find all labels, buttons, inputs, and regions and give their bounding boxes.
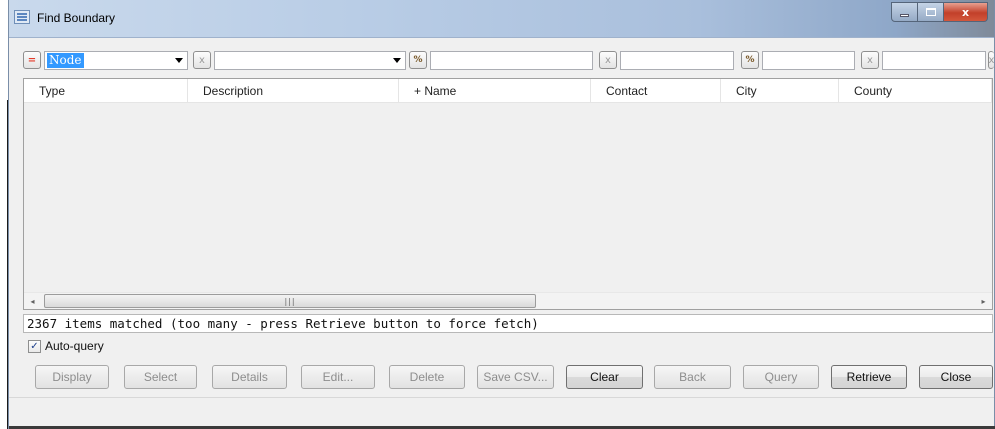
query-button[interactable]: Query [743, 365, 819, 389]
chevron-down-icon[interactable] [393, 58, 401, 63]
back-button[interactable]: Back [654, 365, 731, 389]
name-filter-input[interactable] [430, 51, 593, 70]
scroll-right-icon[interactable]: ▸ [975, 293, 992, 309]
minimize-icon [900, 13, 909, 17]
table-icon [14, 10, 30, 24]
scrollbar-thumb[interactable]: ||| [44, 294, 536, 308]
close-button[interactable]: Close [919, 365, 993, 389]
grid-header: Type Description + Name Contact City Cou… [24, 79, 992, 103]
display-button[interactable]: Display [35, 365, 109, 389]
operator-percent-button[interactable]: % [409, 51, 427, 69]
contact-filter-input[interactable] [620, 51, 734, 70]
details-button[interactable]: Details [212, 365, 287, 389]
close-icon: x [961, 5, 970, 19]
results-grid[interactable]: Type Description + Name Contact City Cou… [23, 78, 993, 310]
operator-x-button[interactable]: x [861, 51, 879, 69]
column-header-county[interactable]: County [839, 79, 992, 103]
operator-equals-button[interactable]: = [23, 51, 41, 69]
window-title: Find Boundary [37, 11, 116, 25]
column-header-type[interactable]: Type [24, 79, 188, 103]
chevron-down-icon[interactable] [175, 58, 183, 63]
county-filter-input[interactable] [882, 51, 986, 70]
type-filter-value: Node [47, 53, 84, 68]
auto-query-checkbox[interactable]: ✓ [28, 339, 41, 353]
auto-query-label[interactable]: Auto-query [45, 339, 104, 353]
delete-button[interactable]: Delete [389, 365, 465, 389]
column-header-city[interactable]: City [721, 79, 839, 103]
retrieve-button[interactable]: Retrieve [831, 365, 907, 389]
auto-query-option[interactable]: ✓ Auto-query [28, 338, 104, 354]
scroll-left-icon[interactable]: ◂ [24, 293, 41, 309]
status-message: 2367 items matched (too many - press Ret… [23, 314, 993, 333]
caption-buttons: x [891, 2, 988, 22]
operator-x-button[interactable]: x [988, 51, 994, 69]
operator-x-button[interactable]: x [599, 51, 617, 69]
minimize-button[interactable] [891, 2, 918, 22]
maximize-icon [925, 8, 936, 16]
operator-percent-button[interactable]: % [741, 51, 759, 69]
column-header-description[interactable]: Description [188, 79, 399, 103]
title-bar[interactable]: Find Boundary x [9, 0, 994, 38]
maximize-button[interactable] [918, 2, 944, 22]
city-filter-input[interactable] [762, 51, 855, 70]
clear-button[interactable]: Clear [566, 365, 643, 389]
column-header-name[interactable]: + Name [399, 79, 591, 103]
description-filter-combo[interactable] [214, 51, 406, 70]
operator-x-button[interactable]: x [193, 51, 211, 69]
find-boundary-window: Find Boundary x = Node x % x % x x Type … [8, 0, 995, 429]
type-filter-combo[interactable]: Node [44, 51, 188, 70]
save-csv-button[interactable]: Save CSV... [477, 365, 554, 389]
select-button[interactable]: Select [124, 365, 197, 389]
column-header-contact[interactable]: Contact [591, 79, 721, 103]
close-window-button[interactable]: x [944, 2, 988, 22]
horizontal-scrollbar[interactable]: ◂ ||| ▸ [24, 292, 992, 309]
bottom-status-bar [9, 397, 994, 428]
edit-button[interactable]: Edit... [301, 365, 375, 389]
